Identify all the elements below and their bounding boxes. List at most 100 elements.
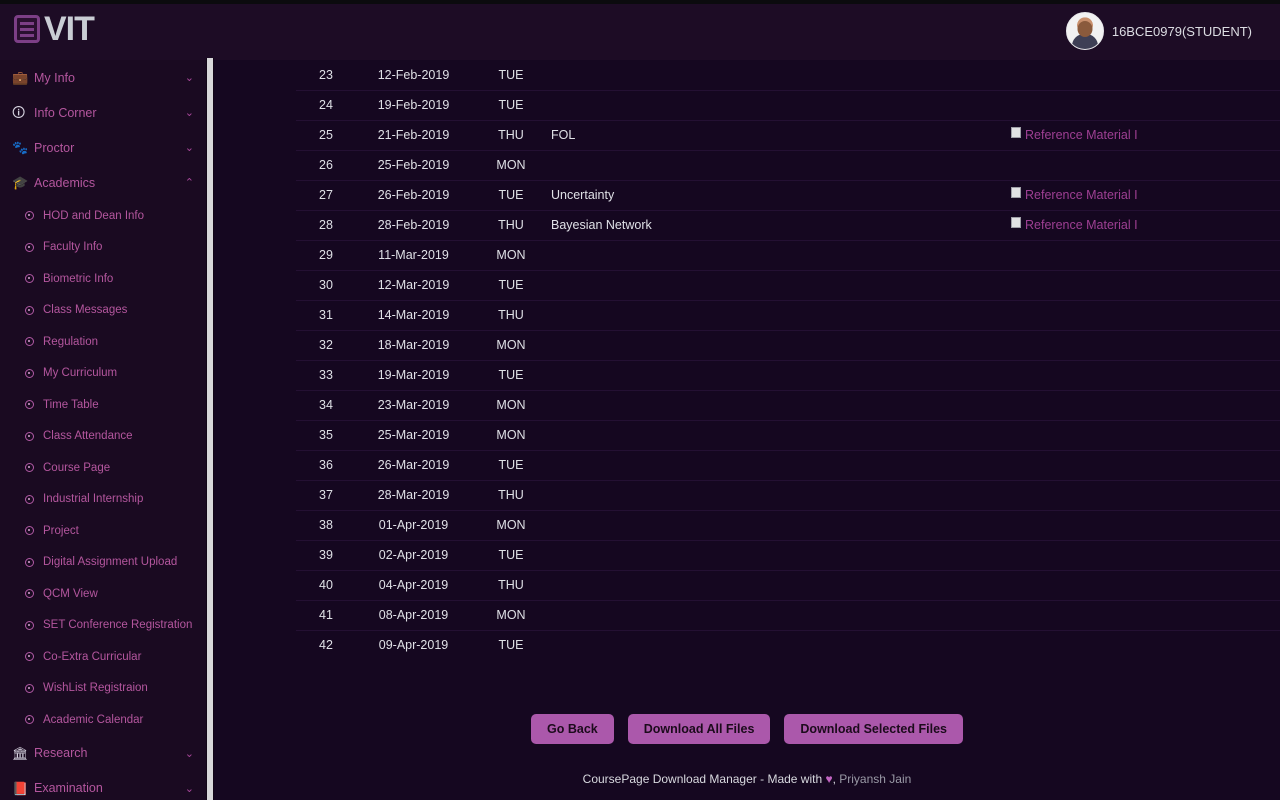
sidebar-item-academic-calendar[interactable]: Academic Calendar — [0, 704, 206, 736]
cell-serial-number: 28 — [296, 210, 356, 240]
chevron-down-icon[interactable]: ⌄ — [185, 107, 194, 118]
cell-serial-number: 32 — [296, 330, 356, 360]
sidebar-item-faculty-info[interactable]: Faculty Info — [0, 232, 206, 264]
sidebar-item-class-messages[interactable]: Class Messages — [0, 295, 206, 327]
sidebar-item-label: Project — [43, 525, 79, 537]
reference-material-checkbox[interactable] — [1011, 127, 1021, 138]
sidebar-item-regulation[interactable]: Regulation — [0, 326, 206, 358]
reference-material-checkbox[interactable] — [1011, 187, 1021, 198]
cell-topic — [551, 510, 1011, 540]
sidebar-scrollbar[interactable] — [206, 58, 214, 800]
table-row: 3218-Mar-2019MON — [296, 330, 1280, 360]
bullet-target-icon — [25, 432, 34, 441]
cell-date: 26-Mar-2019 — [356, 450, 471, 480]
table-row: 4209-Apr-2019TUE — [296, 630, 1280, 660]
cell-date: 28-Mar-2019 — [356, 480, 471, 510]
cell-topic — [551, 600, 1011, 630]
sidebar-group-academics[interactable]: 🎓Academics⌃ — [0, 165, 206, 200]
cell-serial-number: 42 — [296, 630, 356, 660]
footer-author-link[interactable]: Priyansh Jain — [839, 772, 911, 786]
schedule-panel: 2312-Feb-2019TUE2419-Feb-2019TUE2521-Feb… — [296, 60, 1280, 660]
go-back-button[interactable]: Go Back — [531, 714, 614, 744]
sidebar-scrollbar-thumb[interactable] — [207, 58, 213, 800]
reference-material-link[interactable]: Reference Material I — [1025, 128, 1138, 142]
info-circle-icon: 🛈 — [12, 106, 34, 119]
bullet-target-icon — [25, 684, 34, 693]
cell-reference-material — [1011, 630, 1280, 660]
table-row: 3319-Mar-2019TUE — [296, 360, 1280, 390]
sidebar-item-label: QCM View — [43, 588, 98, 600]
cell-serial-number: 39 — [296, 540, 356, 570]
user-id-label: 16BCE0979(STUDENT) — [1112, 24, 1252, 39]
sidebar-item-project[interactable]: Project — [0, 515, 206, 547]
bullet-target-icon — [25, 621, 34, 630]
cell-day: MON — [471, 390, 551, 420]
reference-material-link[interactable]: Reference Material I — [1025, 218, 1138, 232]
bullet-target-icon — [25, 526, 34, 535]
user-account[interactable]: 16BCE0979(STUDENT) — [1066, 12, 1252, 50]
cell-serial-number: 33 — [296, 360, 356, 390]
cell-topic — [551, 480, 1011, 510]
cell-date: 19-Feb-2019 — [356, 90, 471, 120]
cell-date: 12-Mar-2019 — [356, 270, 471, 300]
sidebar-item-qcm-view[interactable]: QCM View — [0, 578, 206, 610]
table-row: 2419-Feb-2019TUE — [296, 90, 1280, 120]
sidebar-group-examination[interactable]: 📕Examination⌄ — [0, 771, 206, 800]
table-row: 2312-Feb-2019TUE — [296, 60, 1280, 90]
sidebar-item-wishlist-registraion[interactable]: WishList Registraion — [0, 673, 206, 705]
sidebar-group-label: Examination — [34, 781, 206, 795]
reference-material-link[interactable]: Reference Material I — [1025, 188, 1138, 202]
sidebar-item-class-attendance[interactable]: Class Attendance — [0, 421, 206, 453]
download-selected-files-button[interactable]: Download Selected Files — [784, 714, 963, 744]
cell-serial-number: 37 — [296, 480, 356, 510]
sidebar-item-set-conference-registration[interactable]: SET Conference Registration — [0, 610, 206, 642]
sidebar-item-hod-and-dean-info[interactable]: HOD and Dean Info — [0, 200, 206, 232]
cell-topic — [551, 390, 1011, 420]
sidebar-item-biometric-info[interactable]: Biometric Info — [0, 263, 206, 295]
cell-reference-material — [1011, 270, 1280, 300]
sidebar-bottom-groups: 🏛Research⌄📕Examination⌄ — [0, 736, 206, 800]
table-row: 3012-Mar-2019TUE — [296, 270, 1280, 300]
chevron-down-icon[interactable]: ⌄ — [185, 142, 194, 153]
cell-topic — [551, 630, 1011, 660]
sidebar-item-co-extra-curricular[interactable]: Co-Extra Curricular — [0, 641, 206, 673]
cell-day: MON — [471, 150, 551, 180]
reference-material-checkbox[interactable] — [1011, 217, 1021, 228]
bullet-target-icon — [25, 589, 34, 598]
sidebar-group-research[interactable]: 🏛Research⌄ — [0, 736, 206, 771]
cell-date: 21-Feb-2019 — [356, 120, 471, 150]
chevron-down-icon[interactable]: ⌄ — [185, 783, 194, 794]
sidebar-group-my-info[interactable]: 💼My Info⌄ — [0, 60, 206, 95]
cell-topic — [551, 540, 1011, 570]
sidebar-item-time-table[interactable]: Time Table — [0, 389, 206, 421]
cell-reference-material — [1011, 540, 1280, 570]
sidebar-item-my-curriculum[interactable]: My Curriculum — [0, 358, 206, 390]
sidebar-item-label: Class Messages — [43, 304, 127, 316]
sidebar-group-info-corner[interactable]: 🛈Info Corner⌄ — [0, 95, 206, 130]
sidebar-group-label: Academics — [34, 176, 206, 190]
table-row: 3114-Mar-2019THU — [296, 300, 1280, 330]
cell-topic — [551, 570, 1011, 600]
cell-topic: Bayesian Network — [551, 210, 1011, 240]
chevron-down-icon[interactable]: ⌄ — [185, 72, 194, 83]
brand-logo[interactable]: VIT — [14, 14, 94, 44]
sidebar-item-course-page[interactable]: Course Page — [0, 452, 206, 484]
table-row: 2726-Feb-2019TUEUncertaintyReference Mat… — [296, 180, 1280, 210]
sidebar-item-label: SET Conference Registration — [43, 619, 192, 631]
cell-date: 25-Feb-2019 — [356, 150, 471, 180]
sidebar-item-label: Regulation — [43, 336, 98, 348]
sidebar-item-industrial-internship[interactable]: Industrial Internship — [0, 484, 206, 516]
download-all-files-button[interactable]: Download All Files — [628, 714, 771, 744]
sidebar-group-proctor[interactable]: 🐾Proctor⌄ — [0, 130, 206, 165]
sidebar-group-label: My Info — [34, 71, 206, 85]
main-content: 2312-Feb-2019TUE2419-Feb-2019TUE2521-Feb… — [214, 60, 1280, 800]
heart-icon: ♥ — [825, 772, 832, 786]
chevron-up-icon[interactable]: ⌃ — [185, 177, 194, 188]
cell-date: 09-Apr-2019 — [356, 630, 471, 660]
table-row: 3902-Apr-2019TUE — [296, 540, 1280, 570]
cell-day: TUE — [471, 450, 551, 480]
sidebar-item-digital-assignment-upload[interactable]: Digital Assignment Upload — [0, 547, 206, 579]
cell-date: 04-Apr-2019 — [356, 570, 471, 600]
chevron-down-icon[interactable]: ⌄ — [185, 748, 194, 759]
cell-reference-material — [1011, 240, 1280, 270]
